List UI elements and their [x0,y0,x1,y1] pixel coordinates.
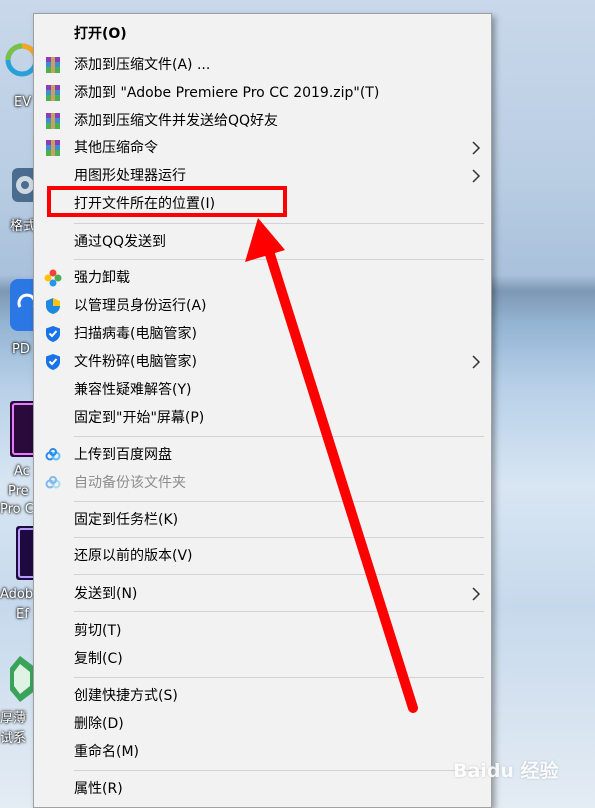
menu-item-rename[interactable]: 重命名(M) [34,739,491,765]
menu-separator [74,223,484,224]
desktop-label: EV [14,95,32,110]
chevron-right-icon [472,141,481,155]
menu-separator [74,677,484,678]
menu-item-scan-virus[interactable]: 扫描病毒(电脑管家) [34,321,491,347]
menu-item-add-and-send-qq[interactable]: 添加到压缩文件并发送给QQ好友 [34,108,491,134]
baidu-watermark: Baidu 经验 [453,760,559,782]
chevron-right-icon [472,355,481,369]
desktop-label: Adob [0,587,34,602]
menu-item-restore-previous[interactable]: 还原以前的版本(V) [34,543,491,569]
menu-item-run-as-admin[interactable]: 以管理员身份运行(A) [34,293,491,319]
menu-item-label: 剪切(T) [74,623,122,639]
menu-item-file-shred[interactable]: 文件粉碎(电脑管家) [34,349,491,375]
menu-item-delete[interactable]: 删除(D) [34,711,491,737]
menu-item-label: 以管理员身份运行(A) [74,298,207,314]
desktop-label: Ef [16,607,29,622]
menu-item-label: 删除(D) [74,716,124,732]
menu-item-open[interactable]: 打开(O) [34,21,491,47]
desktop-label: Pre [8,484,29,499]
menu-item-send-via-qq[interactable]: 通过QQ发送到 [34,229,491,255]
menu-item-cut[interactable]: 剪切(T) [34,618,491,644]
winrar-icon [46,140,60,156]
menu-item-compat-troubleshoot[interactable]: 兼容性疑难解答(Y) [34,377,491,403]
baidu-cloud-icon [45,448,61,461]
menu-item-add-to-archive[interactable]: 添加到压缩文件(A) ... [34,52,491,78]
menu-item-label: 创建快捷方式(S) [74,688,178,704]
menu-item-add-to-zip[interactable]: 添加到 "Adobe Premiere Pro CC 2019.zip"(T) [34,80,491,106]
winrar-icon [46,113,60,129]
menu-item-label: 打开(O) [74,26,127,42]
menu-item-label: 还原以前的版本(V) [74,548,193,564]
menu-separator [74,501,484,502]
menu-separator [74,436,484,437]
menu-item-label: 属性(R) [74,781,123,797]
winrar-icon [46,57,60,73]
menu-separator [74,537,484,538]
menu-item-properties[interactable]: 属性(R) [34,776,491,802]
desktop-label: PD [12,342,30,357]
winrar-icon [46,85,60,101]
pinwheel-icon [44,269,62,287]
context-menu: 打开(O) 添加到压缩文件(A) ... 添加到 "Adobe Premiere… [33,13,492,808]
menu-item-label: 扫描病毒(电脑管家) [74,326,197,342]
desktop-label: 厚薄 [0,711,27,726]
menu-item-label: 固定到"开始"屏幕(P) [74,410,205,426]
menu-item-label: 添加到压缩文件(A) ... [74,57,211,73]
menu-item-label: 用图形处理器运行 [74,168,186,184]
desktop-label: Pro C [0,502,34,517]
chevron-right-icon [472,169,481,183]
menu-item-label: 强力卸载 [74,270,130,286]
menu-item-label: 重命名(M) [74,744,140,760]
baidu-cloud-icon [45,476,61,489]
desktop-label: 试系 [0,731,27,746]
shield-icon [46,298,60,314]
menu-item-upload-baidu[interactable]: 上传到百度网盘 [34,442,491,468]
menu-item-auto-backup: 自动备份该文件夹 [34,470,491,496]
menu-separator [74,259,484,260]
menu-separator [74,611,484,612]
menu-item-send-to[interactable]: 发送到(N) [34,581,491,607]
menu-item-label: 其他压缩命令 [74,140,158,156]
menu-separator [74,574,484,575]
menu-item-label: 上传到百度网盘 [74,447,172,463]
menu-separator [74,770,484,771]
menu-item-label: 通过QQ发送到 [74,234,167,250]
menu-item-label: 兼容性疑难解答(Y) [74,382,192,398]
menu-item-other-compress[interactable]: 其他压缩命令 [34,135,491,161]
menu-item-pin-to-start[interactable]: 固定到"开始"屏幕(P) [34,405,491,431]
annotation-highlight-box [47,186,287,217]
tencent-guard-icon [46,326,60,342]
menu-item-create-shortcut[interactable]: 创建快捷方式(S) [34,683,491,709]
menu-item-label: 添加到 "Adobe Premiere Pro CC 2019.zip"(T) [74,85,380,101]
menu-item-label: 添加到压缩文件并发送给QQ好友 [74,113,279,129]
menu-item-label: 自动备份该文件夹 [74,475,186,491]
menu-item-pin-to-taskbar[interactable]: 固定到任务栏(K) [34,507,491,533]
menu-item-label: 固定到任务栏(K) [74,512,179,528]
menu-item-label: 发送到(N) [74,586,138,602]
tencent-guard-icon [46,354,60,370]
desktop-label: Ac [14,464,30,479]
menu-item-copy[interactable]: 复制(C) [34,646,491,672]
chevron-right-icon [472,587,481,601]
menu-item-label: 复制(C) [74,651,123,667]
menu-item-force-uninstall[interactable]: 强力卸载 [34,265,491,291]
menu-item-label: 文件粉碎(电脑管家) [74,354,197,370]
